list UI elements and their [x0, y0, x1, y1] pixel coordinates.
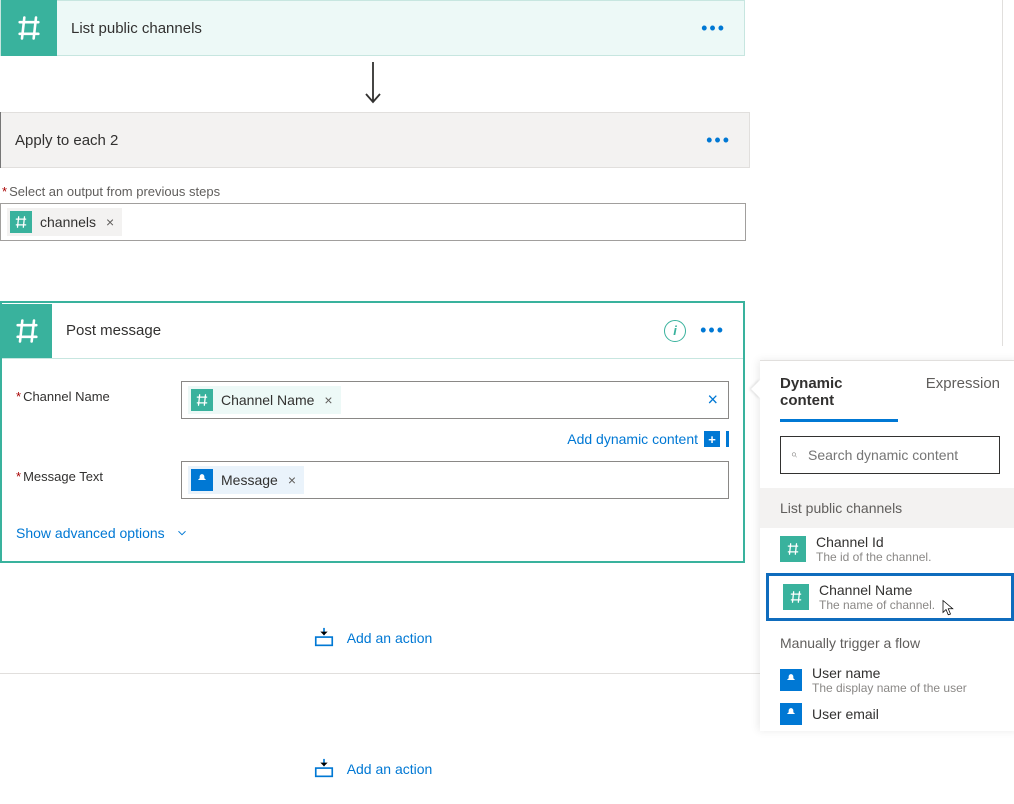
- trigger-icon: [780, 669, 802, 691]
- clear-input-button[interactable]: ×: [707, 390, 718, 411]
- step-menu-button[interactable]: •••: [701, 18, 726, 39]
- connector-arrow: [0, 56, 745, 112]
- panel-pointer-icon: [751, 379, 761, 399]
- token-channel-name[interactable]: Channel Name ×: [188, 386, 341, 414]
- tab-expression[interactable]: Expression: [926, 375, 1000, 422]
- token-message[interactable]: Message ×: [188, 466, 304, 494]
- select-output-input[interactable]: channels ×: [0, 203, 746, 241]
- step-list-public-channels[interactable]: List public channels •••: [0, 0, 745, 56]
- step-title: Apply to each 2: [1, 132, 706, 149]
- add-action-button[interactable]: Add an action: [0, 603, 745, 673]
- dc-item-channel-id[interactable]: Channel Id The id of the channel.: [760, 528, 1014, 570]
- add-action-button[interactable]: Add an action: [0, 734, 745, 804]
- step-title: Post message: [52, 322, 664, 339]
- chevron-down-icon: [175, 526, 189, 540]
- message-text-label: Message Text: [16, 461, 181, 484]
- token-channels[interactable]: channels ×: [7, 208, 122, 236]
- search-icon: [791, 447, 798, 463]
- slack-hash-icon: [10, 211, 32, 233]
- dc-item-channel-name[interactable]: Channel Name The name of channel.: [766, 573, 1014, 621]
- insert-action-icon: [313, 758, 335, 780]
- channel-name-input[interactable]: Channel Name × ×: [181, 381, 729, 419]
- channel-name-label: Channel Name: [16, 381, 181, 404]
- trigger-icon: [191, 469, 213, 491]
- token-remove-button[interactable]: ×: [106, 214, 114, 230]
- step-apply-to-each[interactable]: Apply to each 2 •••: [0, 112, 750, 168]
- step-menu-button[interactable]: •••: [706, 130, 731, 151]
- search-input[interactable]: [808, 447, 989, 463]
- add-dynamic-content-link[interactable]: Add dynamic content: [567, 431, 698, 447]
- show-advanced-options-link[interactable]: Show advanced options: [2, 507, 743, 541]
- slack-hash-icon: [2, 304, 52, 358]
- dynamic-content-search[interactable]: [780, 436, 1000, 474]
- info-icon[interactable]: i: [664, 320, 686, 342]
- insert-action-icon: [313, 627, 335, 649]
- slack-hash-icon: [780, 536, 806, 562]
- section-list-public-channels: List public channels: [760, 488, 1014, 528]
- trigger-icon: [780, 703, 802, 725]
- dynamic-bar-icon: [726, 431, 729, 447]
- tab-dynamic-content[interactable]: Dynamic content: [780, 375, 898, 422]
- plus-icon[interactable]: +: [704, 431, 720, 447]
- message-text-input[interactable]: Message ×: [181, 461, 729, 499]
- scrollbar-gutter: [1002, 0, 1014, 346]
- step-menu-button[interactable]: •••: [700, 320, 725, 341]
- select-output-label: Select an output from previous steps: [0, 178, 750, 203]
- step-title: List public channels: [57, 20, 701, 37]
- dc-item-user-name[interactable]: User name The display name of the user: [760, 659, 1014, 701]
- slack-hash-icon: [1, 0, 57, 56]
- slack-hash-icon: [783, 584, 809, 610]
- token-remove-button[interactable]: ×: [288, 472, 296, 488]
- section-manual-trigger: Manually trigger a flow: [760, 627, 1014, 659]
- step-post-message: Post message i ••• Channel Name Channel …: [0, 301, 745, 563]
- dc-item-user-email[interactable]: User email: [760, 701, 1014, 731]
- dynamic-content-panel: Dynamic content Expression List public c…: [760, 360, 1014, 731]
- divider: [0, 673, 765, 674]
- token-remove-button[interactable]: ×: [324, 392, 332, 408]
- slack-hash-icon: [191, 389, 213, 411]
